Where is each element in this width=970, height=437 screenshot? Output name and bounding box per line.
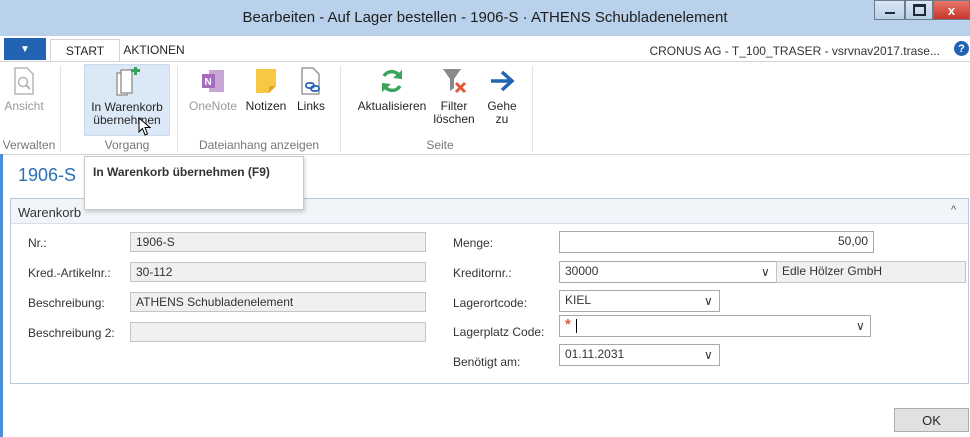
window-edge — [0, 154, 3, 437]
gehe-label-2: zu — [495, 112, 509, 126]
tooltip-text: In Warenkorb übernehmen (F9) — [93, 165, 270, 179]
ok-button[interactable]: OK — [894, 408, 969, 432]
svg-text:N: N — [205, 77, 212, 88]
links-button[interactable]: Links — [292, 64, 330, 136]
chevron-down-icon: ∨ — [704, 348, 713, 362]
kreditornr-dropdown[interactable]: 30000 ∨ — [559, 261, 777, 283]
refresh-icon — [382, 69, 402, 93]
kred-artikelnr-field[interactable]: 30-112 — [130, 262, 426, 282]
nr-label: Nr.: — [28, 236, 47, 250]
fasttab-title: Warenkorb — [18, 205, 82, 220]
lagerplatz-code-label: Lagerplatz Code: — [453, 325, 545, 339]
lagerortcode-dropdown[interactable]: KIEL ∨ — [559, 290, 720, 312]
group-vorgang: Vorgang — [104, 138, 150, 152]
aktualisieren-button[interactable]: Aktualisieren — [354, 64, 430, 136]
onenote-label: OneNote — [188, 99, 238, 113]
lagerortcode-label: Lagerortcode: — [453, 296, 528, 310]
add-document-icon — [116, 67, 140, 96]
page-title-prefix: 1906-S — [18, 165, 77, 185]
ribbon-separator — [532, 66, 533, 152]
ribbon-separator — [340, 66, 341, 152]
group-verwalten: Verwalten — [2, 138, 56, 152]
kreditornr-label: Kreditornr.: — [453, 266, 512, 280]
minimize-button[interactable] — [874, 0, 905, 20]
links-label: Links — [296, 99, 325, 113]
chevron-down-icon: ∨ — [761, 265, 770, 279]
menge-label: Menge: — [453, 236, 494, 250]
lagerortcode-value: KIEL — [565, 293, 592, 307]
group-dateianhang: Dateianhang anzeigen — [198, 138, 320, 152]
beschreibung2-field[interactable] — [130, 322, 426, 342]
maximize-icon — [912, 4, 926, 16]
notizen-button[interactable]: Notizen — [242, 64, 290, 136]
warenkorb-button[interactable]: In Warenkorb übernehmen — [84, 64, 170, 136]
chevron-down-icon: ▼ — [20, 43, 30, 55]
gehe-zu-button[interactable]: Gehe zu — [482, 64, 522, 136]
filter-label-2: löschen — [433, 112, 475, 126]
close-button[interactable]: x — [933, 0, 970, 20]
kreditor-name-field[interactable]: Edle Hölzer GmbH — [776, 261, 966, 283]
help-icon[interactable]: ? — [954, 41, 969, 56]
notizen-label: Notizen — [245, 99, 287, 113]
collapse-icon[interactable]: ^ — [951, 204, 956, 216]
chevron-down-icon: ∨ — [856, 319, 865, 333]
beschreibung-label: Beschreibung: — [28, 296, 105, 310]
view-document-icon — [14, 67, 34, 95]
tooltip: In Warenkorb übernehmen (F9) — [84, 156, 304, 210]
tab-aktionen[interactable]: AKTIONEN — [122, 40, 186, 60]
ribbon-separator — [177, 66, 178, 152]
filter-loeschen-button[interactable]: Filter löschen — [432, 64, 476, 136]
clear-filter-icon — [443, 69, 467, 94]
lagerplatz-code-dropdown[interactable]: * ∨ — [559, 315, 871, 337]
chevron-down-icon: ∨ — [704, 294, 713, 308]
ansicht-button[interactable]: Ansicht — [2, 64, 46, 136]
kreditornr-value: 30000 — [565, 264, 599, 278]
ansicht-label: Ansicht — [4, 99, 44, 113]
close-icon: x — [947, 2, 956, 18]
onenote-button[interactable]: N OneNote — [186, 64, 240, 136]
required-marker: * — [565, 316, 571, 333]
tab-start[interactable]: START — [50, 39, 120, 61]
benoetigt-am-date-field[interactable]: 01.11.2031 ∨ — [559, 344, 720, 366]
note-icon — [256, 69, 276, 93]
app-menu-button[interactable]: ▼ — [4, 38, 46, 60]
window-title: Bearbeiten - Auf Lager bestellen - 1906-… — [242, 9, 728, 26]
page-title: 1906-S ent — [18, 165, 301, 186]
nr-field[interactable]: 1906-S — [130, 232, 426, 252]
onenote-icon: N — [202, 70, 224, 92]
company-info: CRONUS AG - T_100_TRASER - vsrvnav2017.t… — [649, 44, 940, 58]
link-icon — [301, 67, 320, 95]
beschreibung-field[interactable]: ATHENS Schubladenelement — [130, 292, 426, 312]
benoetigt-am-value: 01.11.2031 — [565, 347, 625, 361]
menge-input[interactable]: 50,00 — [559, 231, 874, 253]
minimize-icon — [884, 11, 895, 14]
benoetigt-am-label: Benötigt am: — [453, 355, 521, 369]
arrow-right-icon — [491, 70, 515, 92]
mouse-cursor-icon — [138, 117, 152, 136]
aktualisieren-label: Aktualisieren — [357, 99, 427, 113]
group-seite: Seite — [426, 138, 454, 152]
kred-artikelnr-label: Kred.-Artikelnr.: — [28, 266, 111, 280]
beschreibung2-label: Beschreibung 2: — [28, 326, 115, 340]
maximize-button[interactable] — [905, 0, 933, 20]
text-cursor — [576, 318, 578, 333]
ribbon-separator — [60, 66, 61, 152]
